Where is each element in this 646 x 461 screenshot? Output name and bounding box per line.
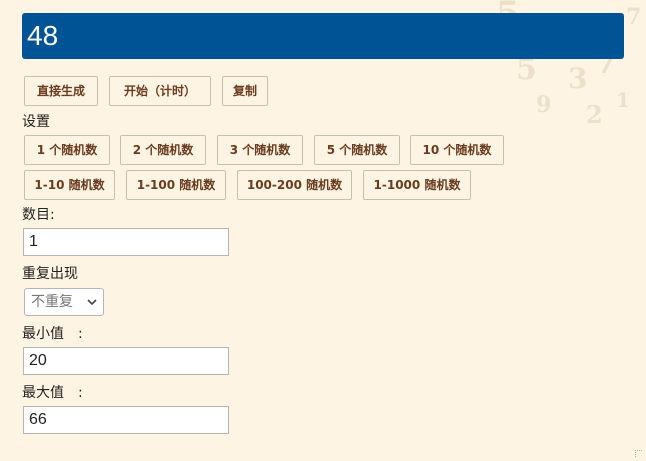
max-value-label: 最大值 : [22,385,83,401]
repeat-select[interactable]: 不重复 [24,288,104,316]
preset-10-numbers-button[interactable]: 10 个随机数 [410,135,504,165]
decor-digit: 9 [536,92,552,118]
result-display: 48 [22,13,624,59]
count-input[interactable]: 1 [23,228,229,256]
decor-digit: 1 [616,88,630,112]
chevron-down-icon [85,289,99,315]
preset-range-1-10-button[interactable]: 1-10 随机数 [24,170,115,200]
preset-5-numbers-button[interactable]: 5 个随机数 [314,135,400,165]
preset-range-1-100-button[interactable]: 1-100 随机数 [126,170,226,200]
min-value-input[interactable]: 20 [23,347,229,375]
preset-range-100-200-button[interactable]: 100-200 随机数 [237,170,352,200]
resize-grip-icon[interactable] [635,450,642,457]
preset-3-numbers-button[interactable]: 3 个随机数 [217,135,303,165]
repeat-select-value: 不重复 [31,294,73,310]
start-timed-button[interactable]: 开始（计时） [109,76,211,106]
decor-digit: 3 [568,62,588,95]
preset-1-number-button[interactable]: 1 个随机数 [24,135,110,165]
min-value-label: 最小值 : [22,326,83,342]
decor-digit: 7 [626,4,642,30]
repeat-label: 重复出现 [22,266,78,282]
copy-button[interactable]: 复制 [222,76,268,106]
preset-2-numbers-button[interactable]: 2 个随机数 [120,135,206,165]
generate-button[interactable]: 直接生成 [24,76,98,106]
count-label: 数目: [22,207,55,223]
settings-heading: 设置 [22,114,50,130]
max-value-input[interactable]: 66 [23,406,229,434]
decor-digit: 2 [586,100,603,129]
preset-range-1-1000-button[interactable]: 1-1000 随机数 [363,170,471,200]
